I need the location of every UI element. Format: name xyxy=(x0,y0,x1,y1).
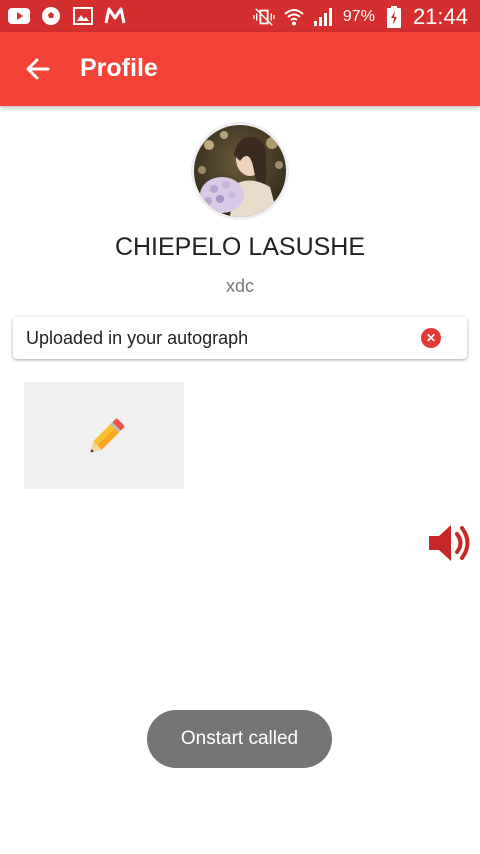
soccer-ball-icon xyxy=(40,5,62,27)
app-bar: Profile xyxy=(0,32,480,106)
wifi-icon xyxy=(283,6,305,28)
avatar[interactable] xyxy=(191,122,289,220)
toast-message: Onstart called xyxy=(147,710,332,768)
speaker-volume-icon[interactable] xyxy=(427,519,475,567)
vibrate-mute-icon xyxy=(253,6,275,28)
autograph-field-text[interactable]: Uploaded in your autograph xyxy=(26,317,406,359)
m-logo-icon xyxy=(104,5,126,27)
status-bar: 97% 21:44 xyxy=(0,0,480,32)
image-icon xyxy=(72,5,94,27)
youtube-icon xyxy=(8,5,30,27)
status-bar-system: 97% 21:44 xyxy=(253,4,468,30)
status-time: 21:44 xyxy=(412,4,468,29)
back-button[interactable] xyxy=(20,51,56,87)
profile-name: CHIEPELO LASUSHE xyxy=(114,233,366,261)
status-bar-notifications xyxy=(8,5,126,27)
clear-circle-icon[interactable]: ✕ xyxy=(421,328,441,348)
autograph-field[interactable]: Uploaded in your autograph ✕ xyxy=(13,317,467,359)
pencil-icon xyxy=(90,418,125,453)
signal-icon xyxy=(313,6,335,28)
signature-box[interactable] xyxy=(24,382,184,489)
battery-charging-icon xyxy=(383,6,405,28)
profile-username: xdc xyxy=(225,276,254,296)
arrow-back-icon xyxy=(26,58,50,80)
battery-percent: 97% xyxy=(342,8,375,25)
page-title: Profile xyxy=(80,54,158,82)
